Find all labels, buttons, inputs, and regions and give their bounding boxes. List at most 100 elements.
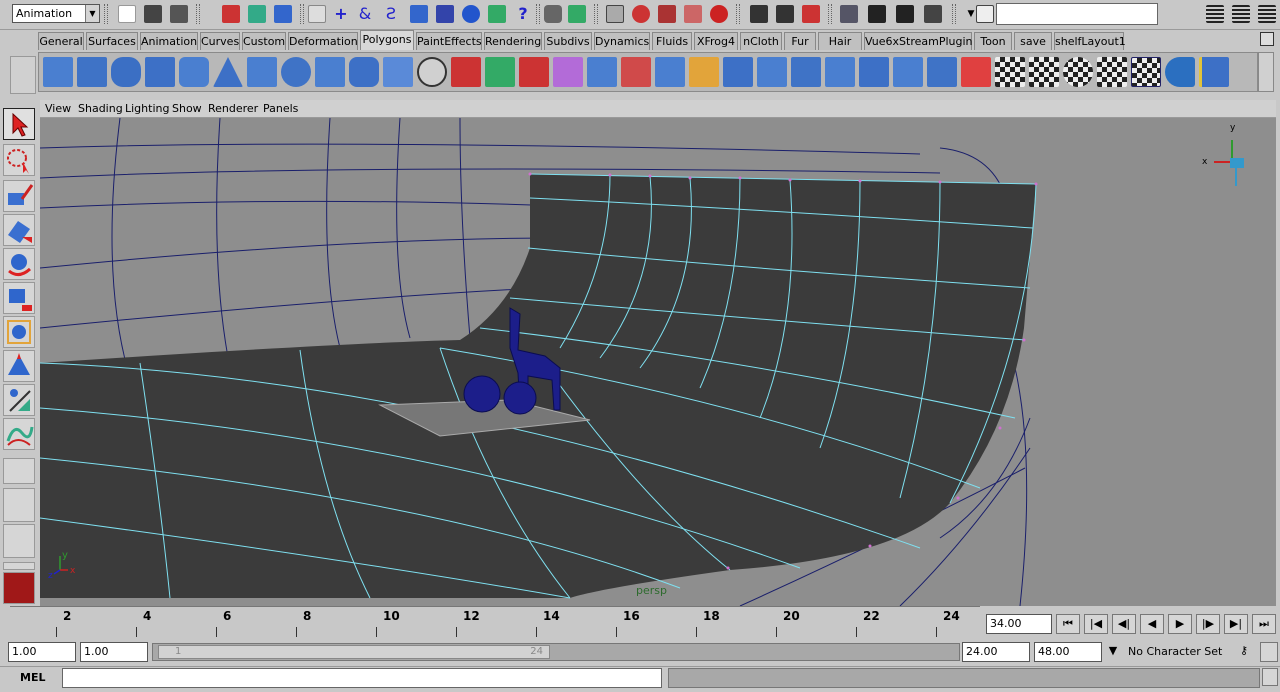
- tab-curves[interactable]: Curves: [200, 32, 240, 50]
- shelf-menu-button[interactable]: [10, 56, 36, 94]
- perspective-viewport[interactable]: persp y x z y x: [40, 118, 1276, 606]
- snap-grid-icon[interactable]: [606, 5, 624, 23]
- menu-show[interactable]: Show: [172, 102, 202, 115]
- select-hierarchy-icon[interactable]: [222, 5, 240, 23]
- poly-helix-icon[interactable]: [383, 57, 413, 87]
- poly-cylinder-icon[interactable]: [179, 57, 209, 87]
- trash-icon[interactable]: [1260, 32, 1274, 46]
- split-polygon-icon[interactable]: [689, 57, 719, 87]
- snap-curve-icon[interactable]: [632, 5, 650, 23]
- tab-general[interactable]: General: [38, 32, 84, 50]
- command-input[interactable]: [62, 668, 662, 688]
- uv-cylindrical-icon[interactable]: [1097, 57, 1127, 87]
- combine-icon[interactable]: [451, 57, 481, 87]
- tab-polygons[interactable]: Polygons: [360, 30, 414, 50]
- input-ops-icon[interactable]: [750, 5, 768, 23]
- play-forwards-button[interactable]: ▶: [1168, 614, 1192, 634]
- render-view-icon[interactable]: [840, 5, 858, 23]
- render-current-frame-icon[interactable]: [868, 5, 886, 23]
- help-icon[interactable]: ?: [514, 5, 532, 23]
- menu-set-dropdown[interactable]: Animation ▼: [12, 4, 100, 23]
- append-polygon-icon[interactable]: [655, 57, 685, 87]
- tab-painteffects[interactable]: PaintEffects: [416, 32, 482, 50]
- paint-select-tool-button[interactable]: [3, 180, 35, 212]
- playback-end-field[interactable]: 24.00: [962, 642, 1030, 662]
- output-ops-icon[interactable]: [776, 5, 794, 23]
- last-used-tool-button[interactable]: [3, 418, 35, 450]
- outliner-persp-layout-button[interactable]: [3, 524, 35, 558]
- tab-fur[interactable]: Fur: [784, 32, 816, 50]
- surface-icon[interactable]: Ƨ: [382, 5, 400, 23]
- tab-ncloth[interactable]: nCloth: [740, 32, 782, 50]
- mask-toggle-icon[interactable]: [308, 5, 326, 23]
- go-to-end-button[interactable]: ⏭: [1252, 614, 1276, 634]
- character-set-menu[interactable]: No Character Set: [1128, 643, 1228, 661]
- tab-toon[interactable]: Toon: [974, 32, 1012, 50]
- merge-vertices-icon[interactable]: [791, 57, 821, 87]
- magnet-icon[interactable]: [710, 5, 728, 23]
- reduce-icon[interactable]: [927, 57, 957, 87]
- select-object-icon[interactable]: [248, 5, 266, 23]
- current-time-field[interactable]: 34.00: [986, 614, 1052, 634]
- tab-hair[interactable]: Hair: [818, 32, 862, 50]
- step-forward-key-button[interactable]: ▶|: [1224, 614, 1248, 634]
- scale-tool-button[interactable]: [3, 282, 35, 314]
- play-backwards-button[interactable]: ◀: [1140, 614, 1164, 634]
- range-slider-handle[interactable]: 1 24: [158, 645, 550, 659]
- show-manipulator-button[interactable]: [3, 384, 35, 416]
- poly-prism-icon[interactable]: [315, 57, 345, 87]
- step-back-key-button[interactable]: |◀: [1084, 614, 1108, 634]
- tab-surfaces[interactable]: Surfaces: [86, 32, 138, 50]
- poly-soccerball-icon[interactable]: [417, 57, 447, 87]
- save-scene-icon[interactable]: [170, 5, 188, 23]
- tab-fluids[interactable]: Fluids: [652, 32, 692, 50]
- menu-shading[interactable]: Shading: [78, 102, 123, 115]
- chevron-down-icon[interactable]: ▼: [1102, 642, 1124, 662]
- smooth-icon[interactable]: [553, 57, 583, 87]
- key-icon[interactable]: ⚷: [1232, 642, 1256, 662]
- four-pane-layout-button[interactable]: [3, 488, 35, 522]
- fill-hole-icon[interactable]: [825, 57, 855, 87]
- highlight-selection-icon[interactable]: [568, 5, 586, 23]
- extrude-icon[interactable]: [587, 57, 617, 87]
- triangulate-icon[interactable]: [859, 57, 889, 87]
- poly-cube-icon[interactable]: [145, 57, 175, 87]
- go-to-start-button[interactable]: ⏮: [1056, 614, 1080, 634]
- tab-save[interactable]: save: [1014, 32, 1052, 50]
- lock-icon[interactable]: [544, 5, 562, 23]
- step-back-frame-button[interactable]: ◀|: [1112, 614, 1136, 634]
- menu-renderer[interactable]: Renderer: [208, 102, 258, 115]
- curve-icon[interactable]: &: [356, 5, 374, 23]
- quick-selection-icon[interactable]: [976, 5, 994, 23]
- layout-button[interactable]: [3, 562, 35, 570]
- construction-history-icon[interactable]: [802, 5, 820, 23]
- snap-view-plane-icon[interactable]: [684, 5, 702, 23]
- universal-manipulator-button[interactable]: [3, 316, 35, 348]
- channel-box-toggle-icon[interactable]: [1206, 5, 1224, 23]
- tab-dynamics[interactable]: Dynamics: [594, 32, 650, 50]
- rotate-tool-button[interactable]: [3, 248, 35, 280]
- tab-vue6xstreamplugin[interactable]: Vue6xStreamPlugin: [864, 32, 973, 50]
- step-forward-frame-button[interactable]: |▶: [1196, 614, 1220, 634]
- select-tool-button[interactable]: [3, 108, 35, 140]
- boolean-union-icon[interactable]: [519, 57, 549, 87]
- lasso-tool-button[interactable]: [3, 144, 35, 176]
- time-slider[interactable]: 2 4 6 8 10 12 14 16 18 20 22 24: [10, 606, 980, 640]
- sculpt-tool-icon[interactable]: [961, 57, 991, 87]
- uv-spherical-icon[interactable]: [1063, 57, 1093, 87]
- tab-deformation[interactable]: Deformation: [288, 32, 358, 50]
- tab-xfrog4[interactable]: XFrog4: [694, 32, 738, 50]
- tab-custom[interactable]: Custom: [242, 32, 286, 50]
- playback-start-field[interactable]: 1.00: [80, 642, 148, 662]
- new-scene-icon[interactable]: [118, 5, 136, 23]
- soft-modification-button[interactable]: [3, 350, 35, 382]
- shelf-scrollbar[interactable]: [1258, 52, 1274, 92]
- quadrangulate-icon[interactable]: [893, 57, 923, 87]
- attribute-editor-toggle-icon[interactable]: [1232, 5, 1250, 23]
- poly-pipe-icon[interactable]: [349, 57, 379, 87]
- tab-shelflayout1[interactable]: shelfLayout1: [1054, 32, 1126, 50]
- poly-sphere-icon[interactable]: [111, 57, 141, 87]
- handle-icon[interactable]: [462, 5, 480, 23]
- menu-panels[interactable]: Panels: [263, 102, 298, 115]
- plus-icon[interactable]: +: [332, 5, 350, 23]
